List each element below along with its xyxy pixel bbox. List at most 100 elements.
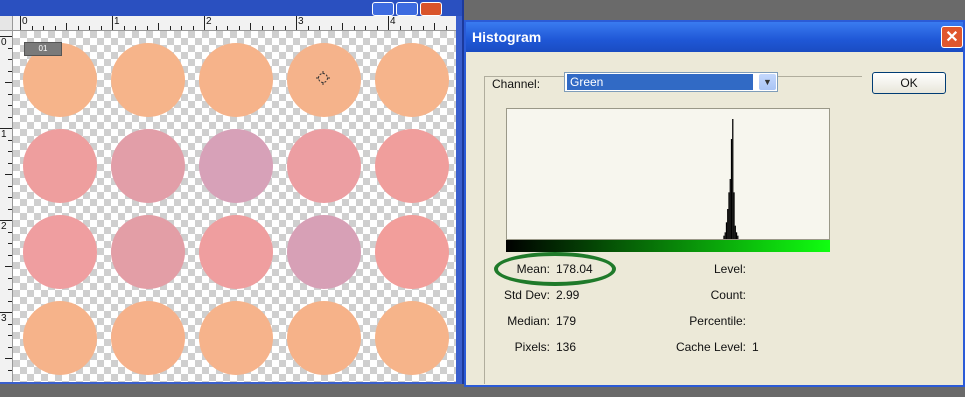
- stat-value: 1: [752, 340, 759, 354]
- ruler-tick: [8, 151, 12, 152]
- ruler-tick: [353, 26, 355, 30]
- channel-select[interactable]: Green ▼: [564, 72, 778, 92]
- sample-circle: [199, 129, 273, 203]
- groupbox-left-border: [484, 76, 485, 384]
- crosshair-cursor-icon: [316, 71, 330, 85]
- stat-value: 179: [556, 314, 577, 328]
- ruler-number: 0: [22, 16, 28, 27]
- sample-circle: [23, 301, 97, 375]
- sample-circle: [199, 43, 273, 117]
- minimize-button[interactable]: [372, 2, 394, 16]
- ruler-tick: [250, 23, 251, 30]
- ruler-tick: [296, 16, 297, 30]
- ruler-tick: [273, 26, 274, 30]
- sample-circle: [287, 215, 361, 289]
- ruler-tick: [8, 162, 12, 164]
- ruler-number: 2: [206, 16, 212, 27]
- stat-row: Level:: [656, 262, 752, 276]
- groupbox-top-border-right: [806, 76, 862, 77]
- sample-circle: [23, 215, 97, 289]
- ruler-tick: [135, 26, 136, 30]
- histogram-bar: [737, 235, 739, 239]
- maximize-button[interactable]: [396, 2, 418, 16]
- histogram-titlebar[interactable]: Histogram ✕: [466, 22, 963, 52]
- sample-circle: [199, 301, 273, 375]
- ruler-tick: [8, 197, 12, 198]
- ruler-tick: [411, 26, 412, 30]
- ruler-tick: [54, 26, 56, 30]
- sample-circle: [375, 129, 449, 203]
- ruler-tick: [8, 139, 12, 141]
- ruler-number: 2: [1, 221, 7, 232]
- channel-gradient-bar: [506, 240, 830, 252]
- stat-value: 136: [556, 340, 577, 354]
- ruler-tick: [8, 93, 12, 95]
- ruler-tick: [8, 208, 12, 210]
- ruler-tick: [77, 26, 79, 30]
- stat-label: Cache Level:: [675, 340, 746, 354]
- ok-button[interactable]: OK: [872, 72, 946, 94]
- ruler-tick: [31, 26, 33, 30]
- ruler-tick: [158, 23, 159, 30]
- ruler-tick: [307, 26, 309, 30]
- channel-label: Channel:: [490, 77, 543, 91]
- ruler-tick: [89, 26, 90, 30]
- vertical-ruler: 0 1 2 3: [0, 16, 13, 382]
- stat-label: Median:: [507, 314, 550, 328]
- ruler-tick: [204, 16, 205, 30]
- ruler-tick: [238, 26, 240, 30]
- ruler-number: 4: [390, 16, 396, 27]
- stat-row: Count:: [656, 288, 752, 302]
- ruler-tick: [399, 26, 401, 30]
- sample-circle: [199, 215, 273, 289]
- close-icon[interactable]: ✕: [941, 26, 963, 48]
- histogram-plot[interactable]: [506, 108, 830, 240]
- stat-label: Pixels:: [514, 340, 550, 354]
- sample-circle: [287, 129, 361, 203]
- ruler-tick: [342, 23, 343, 30]
- ruler-tick: [284, 26, 286, 30]
- stat-row: Mean: 178.04: [494, 262, 593, 276]
- sample-circle: [23, 129, 97, 203]
- stat-value: 178.04: [556, 262, 593, 276]
- ruler-number: 1: [1, 129, 7, 140]
- document-window: 01234 0 1 2 3 0 1: [0, 0, 464, 384]
- ruler-tick: [8, 231, 12, 233]
- ruler-tick: [330, 26, 332, 30]
- stat-row: Cache Level: 1: [656, 340, 759, 354]
- document-close-button[interactable]: [420, 2, 442, 16]
- ruler-tick: [169, 26, 171, 30]
- stat-label: Level:: [713, 262, 746, 276]
- ruler-tick: [8, 47, 12, 49]
- ruler-tick: [192, 26, 194, 30]
- stat-row: Percentile:: [656, 314, 752, 328]
- ruler-tick: [215, 26, 217, 30]
- ruler-tick: [8, 243, 12, 244]
- histogram-bar: [730, 139, 733, 239]
- ruler-tick: [8, 300, 12, 302]
- ruler-origin[interactable]: [0, 16, 13, 31]
- ruler-tick: [43, 26, 44, 30]
- horizontal-ruler: 0 1 2 3 4: [10, 16, 456, 31]
- image-canvas[interactable]: [13, 31, 456, 382]
- ruler-number: 3: [1, 313, 7, 324]
- ruler-tick: [5, 358, 12, 359]
- histogram-bar: [723, 235, 725, 239]
- ruler-tick: [8, 289, 12, 290]
- ruler-tick: [5, 82, 12, 83]
- ruler-tick: [5, 266, 12, 267]
- ruler-tick: [146, 26, 148, 30]
- ruler-tick: [388, 16, 389, 30]
- ruler-tick: [5, 174, 12, 175]
- stat-value: 2.99: [556, 288, 580, 302]
- histogram-bar: [733, 192, 735, 239]
- ruler-tick: [123, 26, 125, 30]
- document-titlebar: [0, 0, 462, 16]
- chevron-down-icon[interactable]: ▼: [759, 74, 776, 90]
- stat-label: Count:: [710, 288, 746, 302]
- ruler-tick: [8, 254, 12, 256]
- ruler-number: 0: [1, 37, 7, 48]
- histogram-bar: [735, 232, 738, 239]
- sample-circle: [287, 301, 361, 375]
- stat-row: Median: 179: [494, 314, 576, 328]
